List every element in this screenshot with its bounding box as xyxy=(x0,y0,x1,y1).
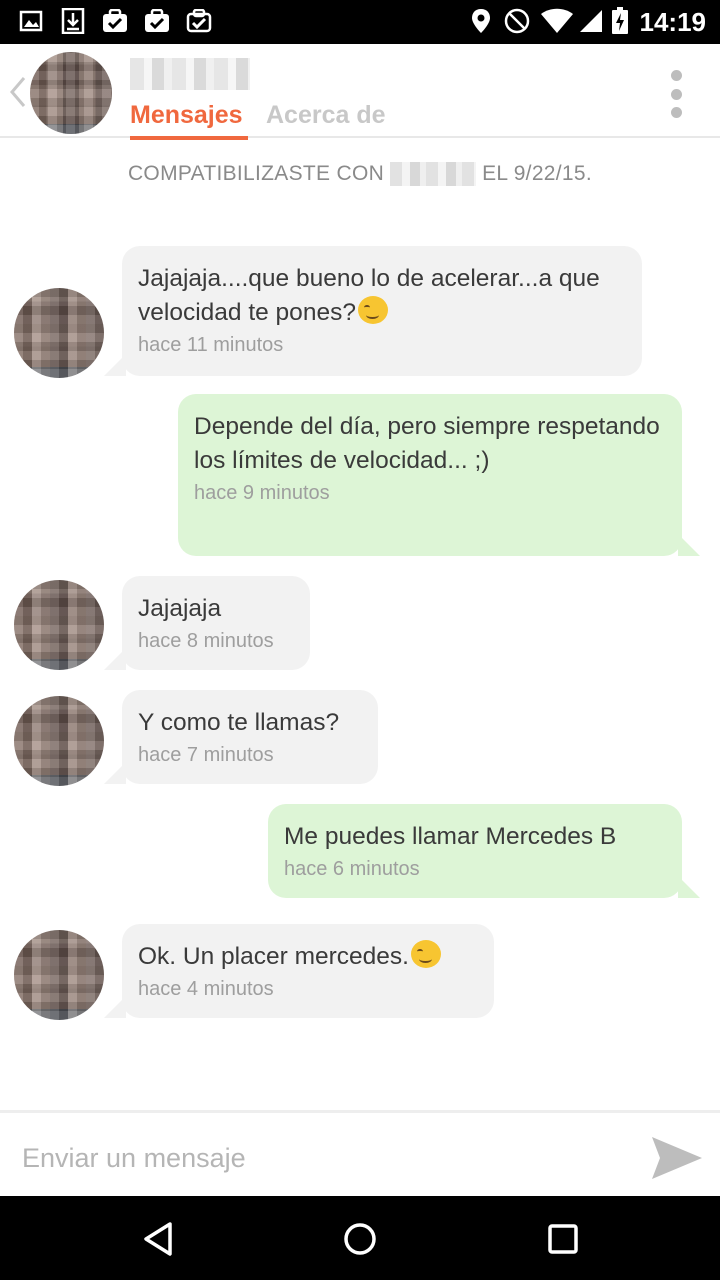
avatar[interactable] xyxy=(30,52,112,134)
message-text: Ok. Un placer mercedes. xyxy=(138,940,478,974)
task-check-icon xyxy=(102,8,128,34)
message-text: Jajajaja xyxy=(138,595,222,622)
send-icon[interactable] xyxy=(648,1133,704,1183)
message-bubble-incoming: Y como te llamas? hace 7 minutos xyxy=(122,690,378,784)
message-input[interactable] xyxy=(20,1137,624,1179)
tab-about[interactable]: Acerca de xyxy=(266,100,386,130)
message-timestamp: hace 11 minutos xyxy=(138,334,284,356)
wifi-icon xyxy=(540,8,574,34)
message-timestamp: hace 9 minutos xyxy=(194,482,330,504)
download-icon xyxy=(60,8,86,34)
message-bubble-incoming: Jajajaja....que bueno lo de acelerar...a… xyxy=(122,246,642,376)
avatar[interactable] xyxy=(14,288,104,378)
message-bubble-outgoing: Depende del día, pero siempre respetando… xyxy=(178,394,682,556)
do-not-disturb-icon xyxy=(504,8,530,34)
task-check-icon xyxy=(186,8,212,34)
system-nav-bar xyxy=(0,1196,720,1280)
task-check-icon xyxy=(144,8,170,34)
wink-emoji-icon xyxy=(357,296,388,324)
message-composer xyxy=(0,1110,720,1196)
header-divider xyxy=(0,136,720,138)
active-tab-indicator xyxy=(130,136,248,140)
location-icon xyxy=(468,8,494,34)
avatar[interactable] xyxy=(14,696,104,786)
message-bubble-outgoing: Me puedes llamar Mercedes B hace 6 minut… xyxy=(268,804,682,898)
tab-messages[interactable]: Mensajes xyxy=(130,100,243,130)
match-banner-suffix: EL 9/22/15. xyxy=(482,162,593,185)
avatar[interactable] xyxy=(14,930,104,1020)
signal-icon xyxy=(578,8,604,34)
message-timestamp: hace 6 minutos xyxy=(284,858,420,880)
message-timestamp: hace 7 minutos xyxy=(138,744,274,766)
message-bubble-incoming: Jajajaja hace 8 minutos xyxy=(122,576,310,670)
match-date-banner: COMPATIBILIZASTE CON EL 9/22/15. xyxy=(0,162,720,187)
chat-header: Mensajes Acerca de xyxy=(0,44,720,140)
message-timestamp: hace 4 minutos xyxy=(138,978,274,1000)
image-icon xyxy=(18,8,44,34)
status-bar: 14:19 xyxy=(0,0,720,44)
message-text: Y como te llamas? xyxy=(138,709,340,736)
message-text: Jajajaja....que bueno lo de acelerar...a… xyxy=(138,265,600,326)
message-timestamp: hace 8 minutos xyxy=(138,630,274,652)
avatar[interactable] xyxy=(14,580,104,670)
clock: 14:19 xyxy=(639,7,707,37)
match-name-redacted xyxy=(130,58,250,90)
back-nav-icon[interactable] xyxy=(136,1216,182,1262)
match-name-redacted xyxy=(390,162,477,187)
more-options-icon[interactable] xyxy=(664,70,688,118)
wink-emoji-icon xyxy=(410,940,441,968)
back-icon[interactable] xyxy=(6,74,28,110)
battery-charging-icon xyxy=(610,7,630,34)
match-banner-prefix: COMPATIBILIZASTE CON xyxy=(127,162,385,185)
recents-nav-icon[interactable] xyxy=(540,1216,586,1262)
home-nav-icon[interactable] xyxy=(337,1216,383,1262)
message-bubble-incoming: Ok. Un placer mercedes. hace 4 minutos xyxy=(122,924,494,1018)
message-text: Depende del día, pero siempre respetando… xyxy=(194,413,660,474)
message-text: Me puedes llamar Mercedes B xyxy=(284,823,617,850)
